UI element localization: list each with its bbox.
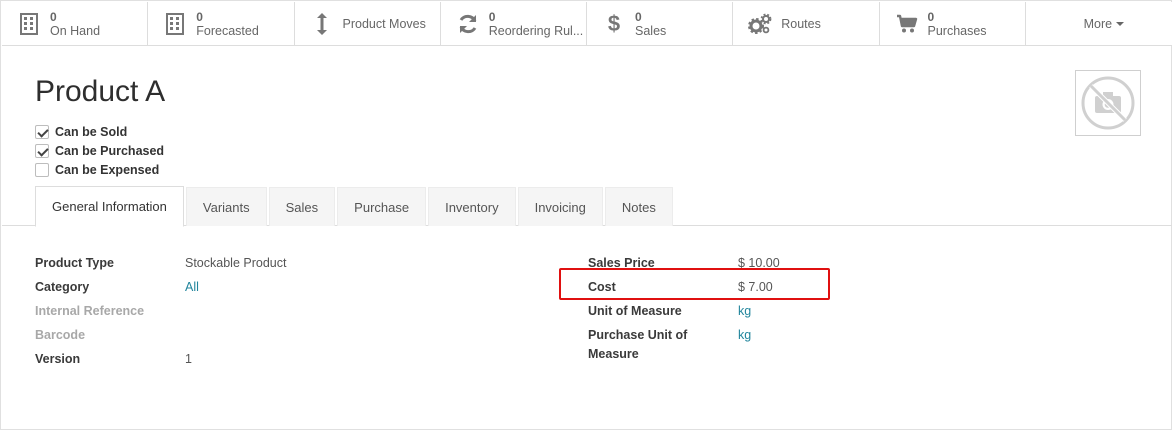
sales-button[interactable]: $ 0 Sales xyxy=(587,2,734,45)
internal-reference-label: Internal Reference xyxy=(35,304,145,318)
can-be-purchased-checkbox[interactable] xyxy=(35,143,49,158)
routes-label: Routes xyxy=(781,16,821,31)
no-camera-icon xyxy=(1081,76,1135,130)
can-be-purchased-label: Can be Purchased xyxy=(55,143,165,158)
sales-label: Sales xyxy=(635,23,667,38)
purchase-unit-of-measure-label: Purchase Unit of Measure xyxy=(588,328,688,361)
cogs-icon xyxy=(747,11,773,37)
on-hand-button[interactable]: 0 On Hand xyxy=(2,2,149,45)
can-be-sold-checkbox[interactable] xyxy=(35,124,49,139)
cost-value[interactable]: $ 7.00 xyxy=(738,276,773,300)
category-label: Category xyxy=(35,280,90,294)
form-view: 0 On Hand 0 Forecasted Product Moves 0 R… xyxy=(0,0,1172,430)
tab-notes[interactable]: Notes xyxy=(604,187,673,226)
tab-variants[interactable]: Variants xyxy=(185,187,267,226)
version-value[interactable]: 1 xyxy=(185,348,192,372)
arrows-vertical-icon xyxy=(309,11,335,37)
on-hand-value: 0 xyxy=(50,9,57,24)
product-type-row: Product Type Stockable Product xyxy=(35,252,286,276)
tab-general-information[interactable]: General Information xyxy=(35,186,184,227)
can-be-sold-option[interactable]: Can be Sold xyxy=(35,122,164,141)
barcode-row: Barcode xyxy=(35,324,286,348)
product-type-label: Product Type xyxy=(35,256,114,270)
smart-button-bar: 0 On Hand 0 Forecasted Product Moves 0 R… xyxy=(2,2,1172,46)
sales-value: 0 xyxy=(635,9,642,24)
tab-purchase[interactable]: Purchase xyxy=(337,187,427,226)
can-be-sold-label: Can be Sold xyxy=(55,124,128,139)
dollar-icon: $ xyxy=(607,10,621,36)
purchases-value: 0 xyxy=(927,9,935,24)
sales-price-value[interactable]: $ 10.00 xyxy=(738,252,780,276)
can-be-expensed-option[interactable]: Can be Expensed xyxy=(35,160,164,179)
category-link[interactable]: All xyxy=(185,276,199,300)
version-label: Version xyxy=(35,352,81,366)
shopping-cart-icon xyxy=(894,11,920,37)
building-icon xyxy=(162,11,188,37)
reordering-rules-button[interactable]: 0 Reordering Rul... xyxy=(441,2,587,45)
forecasted-value: 0 xyxy=(196,9,203,24)
purchase-unit-of-measure-row: Purchase Unit of Measure kg xyxy=(588,324,780,364)
caret-down-icon xyxy=(1116,21,1125,26)
internal-reference-row: Internal Reference xyxy=(35,300,286,324)
product-type-value[interactable]: Stockable Product xyxy=(185,252,286,276)
sales-price-label: Sales Price xyxy=(588,256,655,270)
can-be-expensed-label: Can be Expensed xyxy=(55,162,160,177)
product-options: Can be Sold Can be Purchased Can be Expe… xyxy=(35,122,164,179)
routes-button[interactable]: Routes xyxy=(733,2,880,45)
building-icon xyxy=(16,11,42,37)
reordering-rules-label: Reordering Rul... xyxy=(488,23,584,38)
can-be-purchased-option[interactable]: Can be Purchased xyxy=(35,141,164,160)
tab-invoicing[interactable]: Invoicing xyxy=(517,187,603,226)
cost-row: Cost $ 7.00 xyxy=(588,276,780,300)
on-hand-label: On Hand xyxy=(50,23,101,38)
unit-of-measure-row: Unit of Measure kg xyxy=(588,300,780,324)
cost-label: Cost xyxy=(588,280,616,294)
category-row: Category All xyxy=(35,276,286,300)
tab-inventory[interactable]: Inventory xyxy=(428,187,516,226)
refresh-icon xyxy=(455,11,481,37)
more-label: More xyxy=(1083,16,1113,31)
more-button[interactable]: More xyxy=(1026,2,1172,45)
forecasted-label: Forecasted xyxy=(196,23,259,38)
forecasted-button[interactable]: 0 Forecasted xyxy=(148,2,295,45)
product-moves-button[interactable]: Product Moves xyxy=(295,2,441,45)
product-moves-label: Product Moves xyxy=(342,16,426,31)
reordering-rules-value: 0 xyxy=(488,9,496,24)
purchases-label: Purchases xyxy=(927,23,987,38)
unit-of-measure-link[interactable]: kg xyxy=(738,300,751,324)
notebook-tabs: General Information Variants Sales Purch… xyxy=(2,186,1172,227)
unit-of-measure-label: Unit of Measure xyxy=(588,304,682,318)
product-name[interactable]: Product A xyxy=(35,75,165,109)
general-fields-left: Product Type Stockable Product Category … xyxy=(35,252,286,372)
purchases-button[interactable]: 0 Purchases xyxy=(880,2,1026,45)
purchase-unit-of-measure-link[interactable]: kg xyxy=(738,324,751,364)
tab-sales[interactable]: Sales xyxy=(268,187,336,226)
can-be-expensed-checkbox[interactable] xyxy=(35,162,49,177)
product-image[interactable] xyxy=(1075,70,1141,136)
version-row: Version 1 xyxy=(35,348,286,372)
general-fields-right: Sales Price $ 10.00 Cost $ 7.00 Unit of … xyxy=(588,252,780,364)
barcode-label: Barcode xyxy=(35,328,86,342)
sales-price-row: Sales Price $ 10.00 xyxy=(588,252,780,276)
